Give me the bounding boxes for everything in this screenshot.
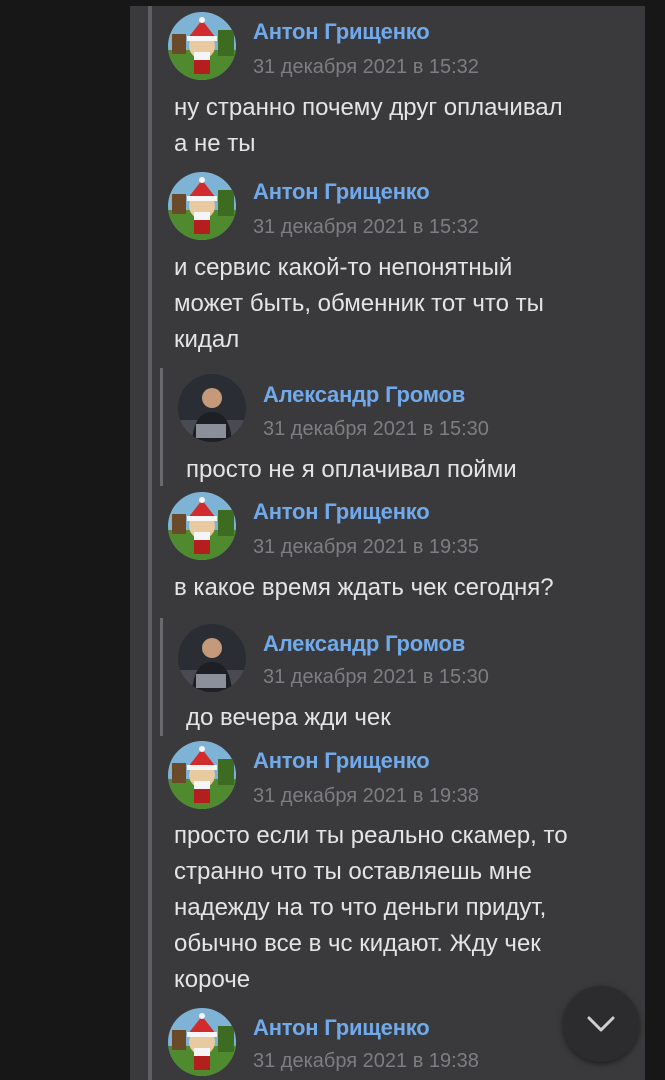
comment-date[interactable]: 31 декабря 2021 в 15:32 (253, 56, 479, 79)
author-avatar[interactable] (168, 492, 236, 560)
left-gutter (0, 0, 130, 1080)
quoted-comment-text: просто не я оплачивал пойми (186, 456, 517, 483)
santa-avatar-icon (168, 172, 236, 240)
author-name[interactable]: Антон Грищенко (253, 1015, 430, 1041)
santa-avatar-icon (168, 1008, 236, 1076)
author-name[interactable]: Антон Грищенко (253, 499, 430, 525)
comment-text: и сервис какой-то непонятный может быть,… (174, 254, 544, 353)
comment-text: в какое время ждать чек сегодня? (174, 574, 554, 601)
comment-date[interactable]: 31 декабря 2021 в 15:32 (253, 216, 479, 239)
comment-text: просто если ты реально скамер, то странн… (174, 822, 568, 993)
quote-bar (160, 618, 163, 736)
quoted-author-avatar[interactable] (178, 624, 246, 692)
santa-avatar-icon (168, 741, 236, 809)
author-avatar[interactable] (168, 741, 236, 809)
quote-bar (160, 368, 163, 486)
author-avatar[interactable] (168, 172, 236, 240)
quoted-author-avatar[interactable] (178, 374, 246, 442)
author-name[interactable]: Антон Грищенко (253, 748, 430, 774)
author-avatar[interactable] (168, 12, 236, 80)
thread-line (148, 6, 152, 1080)
author-name[interactable]: Антон Грищенко (253, 179, 430, 205)
quoted-author-name[interactable]: Александр Громов (263, 382, 465, 408)
comment-date[interactable]: 31 декабря 2021 в 19:35 (253, 536, 479, 559)
santa-avatar-icon (168, 492, 236, 560)
comment-date[interactable]: 31 декабря 2021 в 19:38 (253, 1050, 479, 1073)
author-avatar[interactable] (168, 1008, 236, 1076)
quoted-comment-date[interactable]: 31 декабря 2021 в 15:30 (263, 666, 489, 689)
quoted-author-name[interactable]: Александр Громов (263, 631, 465, 657)
comment-date[interactable]: 31 декабря 2021 в 19:38 (253, 785, 479, 808)
santa-avatar-icon (168, 12, 236, 80)
comment-text: ну странно почему друг оплачивал а не ты (174, 94, 563, 157)
quoted-comment-date[interactable]: 31 декабря 2021 в 15:30 (263, 418, 489, 441)
author-name[interactable]: Антон Грищенко (253, 19, 430, 45)
person-avatar-icon (178, 624, 246, 692)
chevron-down-icon (587, 1016, 615, 1032)
quoted-comment-text: до вечера жди чек (186, 704, 391, 731)
scroll-down-button[interactable] (563, 986, 639, 1062)
person-avatar-icon (178, 374, 246, 442)
